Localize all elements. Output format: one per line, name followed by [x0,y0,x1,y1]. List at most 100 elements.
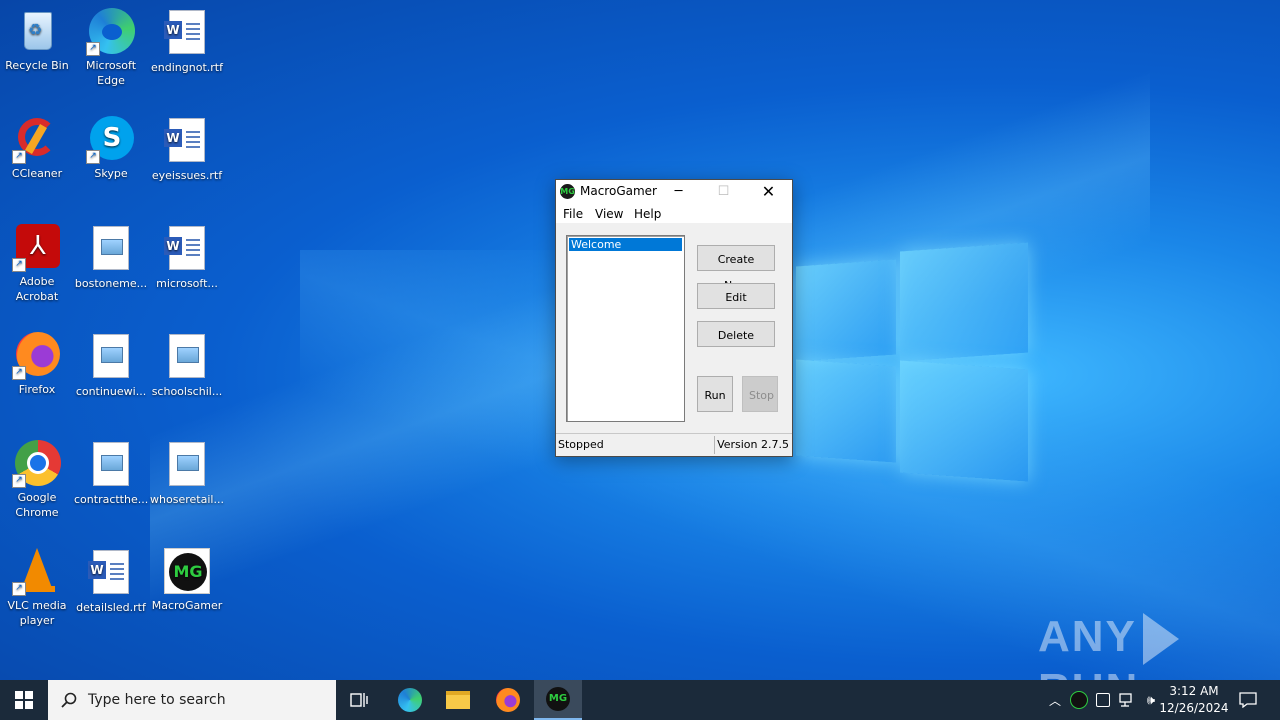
clock-time: 3:12 AM [1169,684,1219,698]
icon-label: Adobe Acrobat [15,275,59,303]
window-title: MacroGamer [580,184,657,198]
desktop-icon-adobe-acrobat[interactable]: ⅄ ↗ Adobe Acrobat [0,224,74,304]
chrome-icon: ↗ [12,440,61,488]
icon-label: MacroGamer [151,599,223,612]
desktop-icon-file[interactable]: schoolschil... [150,332,224,399]
icon-label: microsoft... [156,277,218,290]
icon-label: eyeissues.rtf [151,169,223,182]
start-button[interactable] [0,680,48,720]
image-file-icon [164,334,210,380]
macrogamer-icon: MG [164,548,210,594]
image-file-icon [88,442,134,488]
list-item[interactable]: Welcome [569,238,682,251]
menu-bar: File View Help [556,203,792,223]
image-file-icon [88,334,134,380]
macrogamer-icon: MG [546,687,570,711]
vlc-icon: ↗ [12,548,60,596]
menu-file[interactable]: File [563,207,583,221]
icon-label: Skype [94,167,128,180]
maximize-button[interactable]: ☐ [701,180,746,203]
create-new-button[interactable]: Create New [697,245,775,292]
task-view-button[interactable] [336,680,384,720]
desktop-icon-file[interactable]: W eyeissues.rtf [150,116,224,183]
macrogamer-window: MG MacroGamer ─ ☐ ✕ File View Help Welco… [555,179,793,457]
show-hidden-icons[interactable]: ︿ [1044,680,1066,720]
desktop-icon-file[interactable]: W endingnot.rtf [150,8,224,75]
run-button[interactable]: Run [697,376,733,412]
play-icon [1142,613,1179,666]
macrogamer-tray-icon [1070,691,1088,709]
delete-button[interactable]: Delete [697,321,775,347]
device-icon [1096,693,1110,707]
clock[interactable]: 3:12 AM 12/26/2024 [1158,683,1230,717]
tray-macrogamer[interactable] [1068,680,1090,720]
word-document-icon: W [164,10,210,56]
search-icon [61,692,77,708]
menu-view[interactable]: View [595,207,623,221]
app-icon: MG [560,184,575,199]
desktop-icon-recycle-bin[interactable]: ♻ Recycle Bin [0,8,74,73]
icon-label: continuewi... [75,385,147,398]
skype-icon: S ↗ [86,116,134,164]
desktop-icon-file[interactable]: whoseretail... [150,440,224,507]
close-button[interactable]: ✕ [746,180,791,203]
folder-icon [446,691,470,709]
edge-icon [398,688,422,712]
icon-label: whoseretail... [150,493,224,506]
icon-label: Firefox [18,383,56,396]
icon-label: Microsoft Edge [85,59,137,87]
edit-button[interactable]: Edit [697,283,775,309]
version-text: Version 2.7.5 [717,438,789,451]
recycle-bin-icon: ♻ [14,8,60,54]
icon-label: endingnot.rtf [151,61,223,74]
macro-list[interactable]: Welcome [566,235,685,422]
status-bar: Stopped Version 2.7.5 [556,433,792,457]
title-bar[interactable]: MG MacroGamer ─ ☐ ✕ [556,180,792,203]
desktop-icon-macrogamer[interactable]: MG MacroGamer [150,548,224,613]
desktop-icon-firefox[interactable]: ↗ Firefox [0,332,74,397]
desktop-icon-file[interactable]: contractthe... [74,440,148,507]
desktop-icon-ccleaner[interactable]: ↗ CCleaner [0,116,74,181]
status-text: Stopped [558,438,604,451]
minimize-button[interactable]: ─ [656,180,701,203]
stop-button[interactable]: Stop [742,376,778,412]
status-divider [714,436,715,454]
icon-label: detailsled.rtf [76,601,146,614]
search-placeholder: Type here to search [88,692,226,708]
desktop-icon-file[interactable]: W detailsled.rtf [74,548,148,615]
icon-label: Recycle Bin [5,59,69,72]
tray-device[interactable] [1092,680,1114,720]
windows-wallpaper-logo [796,242,1028,482]
icon-label: VLC media player [7,599,67,627]
windows-start-icon [15,691,33,709]
desktop-icon-vlc[interactable]: ↗ VLC media player [0,548,74,628]
clock-date: 12/26/2024 [1159,701,1229,715]
tray-network[interactable] [1116,680,1138,720]
volume-icon: 🕪 [1146,692,1156,708]
desktop-icon-skype[interactable]: S ↗ Skype [74,116,148,181]
word-document-icon: W [88,550,134,596]
desktop-icon-microsoft-edge[interactable]: ↗ Microsoft Edge [74,8,148,88]
edge-icon: ↗ [86,8,135,56]
icon-label: CCleaner [11,167,63,180]
desktop-icon-file[interactable]: bostoneme... [74,224,148,291]
icon-label: schoolschil... [151,385,223,398]
taskbar-macrogamer[interactable]: MG [534,680,582,720]
desktop-icon-google-chrome[interactable]: ↗ Google Chrome [0,440,74,520]
menu-help[interactable]: Help [634,207,661,221]
taskbar-edge[interactable] [386,680,434,720]
desktop-icon-file[interactable]: continuewi... [74,332,148,399]
icon-label: bostoneme... [74,277,148,290]
image-file-icon [164,442,210,488]
ccleaner-icon: ↗ [12,116,60,164]
desktop-icon-file[interactable]: W microsoft... [150,224,224,291]
notification-center-button[interactable] [1234,680,1262,720]
taskbar: Type here to search MG ︿ 🕪 3:12 AM 12/26… [0,680,1280,720]
search-box[interactable]: Type here to search [48,680,336,720]
watermark-left: ANY [1038,612,1137,661]
image-file-icon [88,226,134,272]
word-document-icon: W [164,226,210,272]
taskbar-firefox[interactable] [484,680,532,720]
firefox-icon [496,688,520,712]
taskbar-file-explorer[interactable] [434,680,482,720]
